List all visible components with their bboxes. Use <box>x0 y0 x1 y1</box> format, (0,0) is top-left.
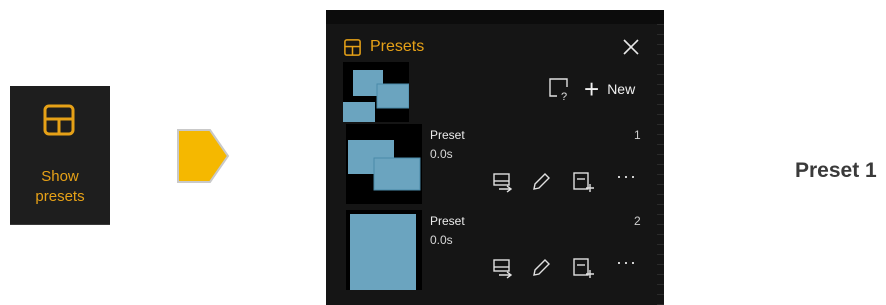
plus-icon: + <box>584 74 600 104</box>
layout-grid-icon <box>344 38 361 56</box>
preset-row-2[interactable]: Preset 0.0s 2 ··· <box>326 210 664 300</box>
save-add-icon[interactable] <box>571 256 595 280</box>
show-presets-label-line1: Show <box>41 168 79 185</box>
edit-pencil-icon[interactable] <box>529 256 553 280</box>
show-presets-button[interactable]: Show presets <box>10 86 110 225</box>
preset-caption: Preset 1 <box>795 159 877 182</box>
current-layout-thumbnail <box>343 62 409 122</box>
preset-row-1[interactable]: Preset 0.0s 1 ··· <box>326 124 664 214</box>
preset-number: 2 <box>634 214 641 228</box>
preset-name: Preset <box>430 214 465 228</box>
panel-title: Presets <box>370 38 425 55</box>
svg-text:?: ? <box>561 91 567 102</box>
panel-top-band <box>326 10 664 24</box>
more-icon[interactable]: ··· <box>616 166 637 187</box>
save-add-icon[interactable] <box>571 170 595 194</box>
presets-panel: Presets ? + New Preset 0.0s 1 ··· Preset… <box>326 10 664 305</box>
new-label: New <box>607 81 636 97</box>
preset-duration: 0.0s <box>430 233 453 247</box>
more-icon[interactable]: ··· <box>616 252 637 273</box>
show-presets-label-line2: presets <box>35 188 85 205</box>
preset-thumbnail <box>346 210 422 290</box>
preset-duration: 0.0s <box>430 147 453 161</box>
arrow-right-icon <box>177 129 230 183</box>
new-preset-button[interactable]: + New <box>584 76 635 102</box>
question-rect-icon[interactable]: ? <box>547 76 573 102</box>
layout-grid-icon <box>43 104 75 136</box>
preset-thumbnail <box>346 124 422 204</box>
apply-icon[interactable] <box>491 256 515 280</box>
panel-header: Presets <box>343 36 424 58</box>
preset-name: Preset <box>430 128 465 142</box>
edit-pencil-icon[interactable] <box>529 170 553 194</box>
close-icon[interactable] <box>620 36 642 58</box>
apply-icon[interactable] <box>491 170 515 194</box>
preset-number: 1 <box>634 128 641 142</box>
